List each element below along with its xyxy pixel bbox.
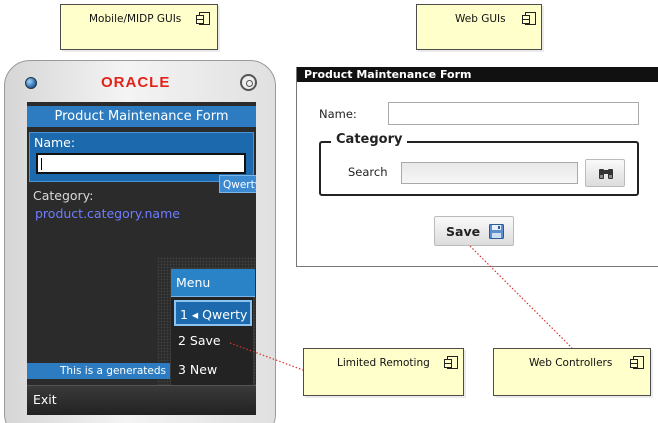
search-label: Search <box>348 165 388 179</box>
component-label: Mobile/MIDP GUIs <box>89 13 182 25</box>
name-label: Name: <box>34 135 76 150</box>
power-icon[interactable] <box>240 74 257 91</box>
category-value[interactable]: product.category.name <box>35 206 180 221</box>
name-input[interactable] <box>388 102 639 125</box>
options-menu: Menu 1 ◂ Qwerty 2 Save 3 New <box>170 268 255 390</box>
search-button[interactable] <box>585 159 625 187</box>
component-web-controllers: Web Controllers <box>493 348 651 396</box>
category-label: Category: <box>33 188 94 203</box>
component-limited-remoting: Limited Remoting <box>303 348 464 396</box>
led-icon <box>25 77 37 89</box>
component-label: Web Controllers <box>529 357 613 369</box>
menu-title: Menu <box>171 269 255 297</box>
save-button[interactable]: Save <box>434 216 514 246</box>
search-binoculars-icon <box>599 169 613 179</box>
search-input[interactable] <box>401 162 578 184</box>
menu-item-new[interactable]: 3 New <box>174 357 252 383</box>
save-label: Save <box>446 223 481 239</box>
component-icon <box>522 12 536 25</box>
screen-title: Product Maintenance Form <box>27 106 256 127</box>
component-label: Limited Remoting <box>337 357 430 369</box>
component-icon <box>444 356 458 369</box>
name-input[interactable] <box>36 153 246 174</box>
brand-logo: ORACLE <box>101 74 171 91</box>
component-icon <box>630 356 644 369</box>
name-label: Name: <box>319 107 357 121</box>
floppy-disk-icon <box>489 224 504 239</box>
softkey-bar: Exit <box>27 385 256 415</box>
menu-item-qwerty[interactable]: 1 ◂ Qwerty <box>174 300 252 326</box>
component-web-guis: Web GUIs <box>416 4 542 50</box>
component-label: Web GUIs <box>455 13 506 25</box>
menu-item-save[interactable]: 2 Save <box>174 328 252 354</box>
status-ticker: This is a generateds <box>27 363 170 379</box>
component-icon <box>196 12 210 25</box>
component-mobile-guis: Mobile/MIDP GUIs <box>60 4 218 50</box>
mobile-phone-emulator: ORACLE Product Maintenance Form Name: Qw… <box>4 60 276 423</box>
category-legend: Category <box>331 132 408 147</box>
web-product-form: Product Maintenance Form Name: Category … <box>296 67 658 267</box>
form-title: Product Maintenance Form <box>297 67 658 82</box>
exit-softkey[interactable]: Exit <box>33 392 57 407</box>
input-mode-indicator: Qwerty <box>219 175 256 193</box>
phone-screen: Product Maintenance Form Name: Qwerty Ca… <box>27 102 256 415</box>
